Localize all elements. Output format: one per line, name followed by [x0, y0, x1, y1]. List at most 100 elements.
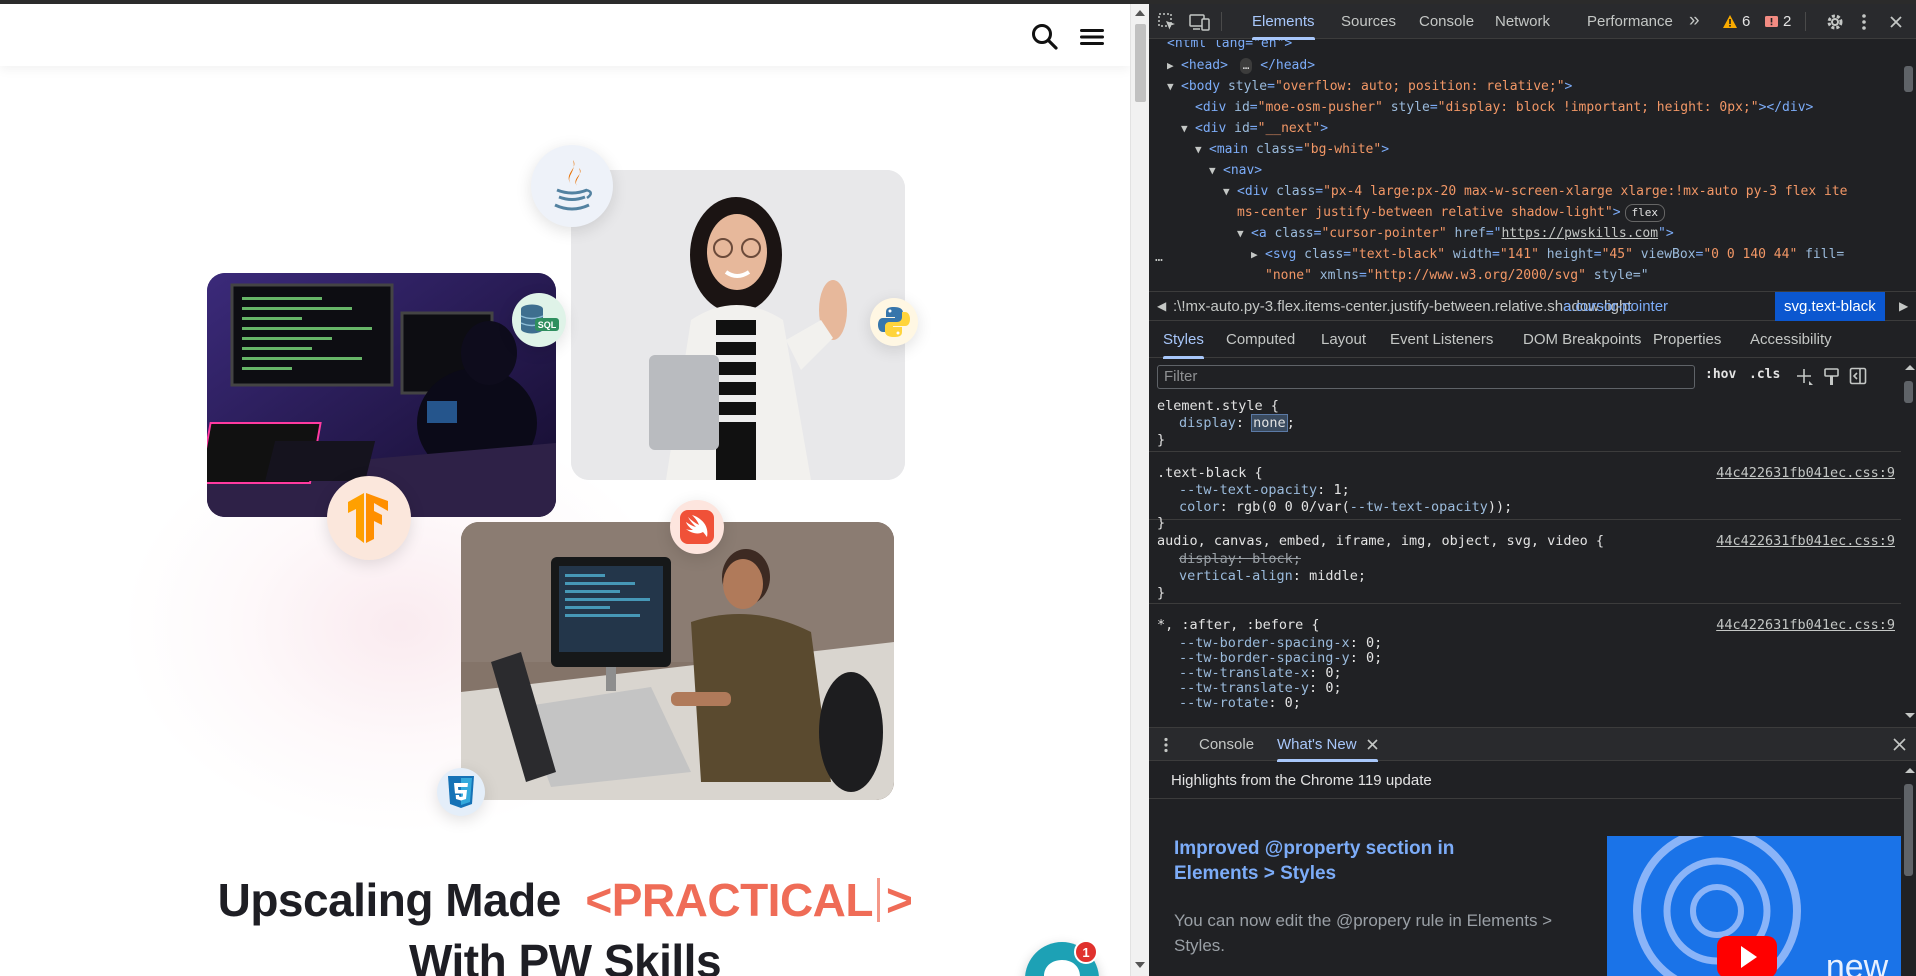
- subtab-properties[interactable]: Properties: [1653, 322, 1721, 358]
- rule-selector: audio, canvas, embed, iframe, img, objec…: [1157, 533, 1605, 549]
- subtab-layout[interactable]: Layout: [1321, 322, 1366, 358]
- style-declaration[interactable]: --tw-rotate: 0;: [1179, 694, 1301, 712]
- drawer-tab-whats-new[interactable]: What's New: [1277, 728, 1378, 762]
- breadcrumb-scroll-right-icon[interactable]: ▶: [1899, 292, 1908, 321]
- hamburger-menu-icon[interactable]: [1077, 22, 1107, 52]
- dom-node-nav[interactable]: ▼ <nav>: [1209, 160, 1901, 181]
- java-logo-icon: [531, 145, 613, 227]
- feature-video-thumbnail[interactable]: new: [1607, 836, 1901, 976]
- subtab-accessibility[interactable]: Accessibility: [1750, 322, 1832, 358]
- dom-tree[interactable]: <html lang="en"> ▶ <head> … </head> ▼ <bod…: [1149, 40, 1901, 290]
- collapsed-ellipsis-icon[interactable]: …: [1239, 58, 1253, 74]
- site-navbar: [0, 4, 1130, 66]
- drawer-scrollbar-thumb[interactable]: [1904, 784, 1913, 876]
- scroll-up-arrow-icon[interactable]: [1905, 768, 1915, 773]
- tab-sources[interactable]: Sources: [1341, 4, 1396, 39]
- settings-gear-icon[interactable]: [1825, 4, 1845, 39]
- styles-scrollbar[interactable]: [1901, 359, 1916, 726]
- drawer-scrollbar[interactable]: [1901, 762, 1916, 976]
- breadcrumb-scroll-left-icon[interactable]: ◀: [1157, 292, 1166, 321]
- page-scrollbar-thumb[interactable]: [1135, 24, 1146, 102]
- close-drawer-icon[interactable]: [1893, 738, 1906, 751]
- headline-prefix: Upscaling Made: [217, 874, 562, 926]
- overridden-declaration[interactable]: display: block;: [1179, 550, 1301, 568]
- dom-node-html[interactable]: <html lang="en">: [1167, 40, 1901, 54]
- dom-node-main[interactable]: ▼ <main class="bg-white">: [1195, 139, 1901, 160]
- dom-node-head[interactable]: ▶ <head> … </head>: [1167, 55, 1901, 76]
- tab-elements[interactable]: Elements: [1252, 4, 1315, 40]
- rule-close-brace: }: [1157, 432, 1166, 448]
- tab-console[interactable]: Console: [1419, 4, 1474, 39]
- more-tabs-chevron-icon[interactable]: »: [1689, 3, 1700, 38]
- subtab-computed[interactable]: Computed: [1226, 322, 1295, 358]
- style-value-editing[interactable]: none: [1251, 414, 1288, 432]
- dom-node-anchor[interactable]: ▼ <a class="cursor-pointer" href="https:/…: [1237, 223, 1901, 244]
- selected-node-ellipsis[interactable]: …: [1155, 250, 1164, 265]
- subtab-dom-breakpoints[interactable]: DOM Breakpoints: [1523, 322, 1641, 358]
- search-icon[interactable]: [1030, 22, 1060, 52]
- subtab-styles[interactable]: Styles: [1163, 322, 1204, 359]
- dom-node-nav-div-cont[interactable]: ms-center justify-between relative shado…: [1237, 202, 1901, 223]
- scroll-down-arrow-icon[interactable]: [1135, 962, 1145, 968]
- devtools-drawer-tabs: Console What's New: [1149, 727, 1916, 762]
- rule-universal[interactable]: *, :after, :before { 44c422631fb041ec.cs…: [1149, 604, 1901, 726]
- dom-node-svg[interactable]: ▶ <svg class="text-black" width="141" hei…: [1251, 244, 1901, 265]
- styles-filter-input[interactable]: Filter: [1157, 365, 1695, 389]
- rule-media-elements[interactable]: audio, canvas, embed, iframe, img, objec…: [1149, 520, 1901, 604]
- close-tab-icon[interactable]: [1366, 739, 1378, 750]
- style-declaration[interactable]: display: none;: [1179, 414, 1295, 432]
- headline-highlight-word: <PRACTICAL: [585, 874, 873, 926]
- stylesheet-source-link[interactable]: 44c422631fb041ec.css:9: [1716, 464, 1895, 482]
- dom-node-body[interactable]: ▼ <body style="overflow: auto; position: …: [1167, 76, 1901, 97]
- breadcrumb-item-anchor[interactable]: a.cursor-pointer: [1563, 292, 1668, 321]
- dom-node-next[interactable]: ▼ <div id="__next">: [1181, 118, 1901, 139]
- subtab-event-listeners[interactable]: Event Listeners: [1390, 322, 1493, 358]
- style-declaration[interactable]: --tw-text-opacity: 1;: [1179, 481, 1350, 499]
- toggle-sidebar-icon[interactable]: [1849, 367, 1867, 385]
- dom-tree-scrollbar[interactable]: [1901, 40, 1916, 290]
- tab-network[interactable]: Network: [1495, 4, 1550, 39]
- dom-node-svg-cont[interactable]: "none" xmlns="http://www.w3.org/2000/svg…: [1265, 265, 1901, 286]
- rule-selector: element.style {: [1157, 398, 1279, 414]
- rule-element-style[interactable]: element.style { display: none; }: [1149, 393, 1901, 452]
- sql-label: SQL: [538, 320, 557, 330]
- rule-text-black[interactable]: .text-black { 44c422631fb041ec.css:9 --t…: [1149, 452, 1901, 531]
- format-paint-brush-icon[interactable]: [1823, 367, 1841, 387]
- warning-icon: [1723, 15, 1737, 28]
- customize-menu-kebab-icon[interactable]: [1861, 4, 1867, 39]
- python-logo-icon: [870, 298, 918, 346]
- dom-tree-scrollbar-thumb[interactable]: [1904, 66, 1913, 92]
- style-declaration[interactable]: color: rgb(0 0 0/var(--tw-text-opacity))…: [1179, 498, 1512, 516]
- styles-scrollbar-thumb[interactable]: [1904, 381, 1913, 403]
- href-link[interactable]: https://pwskills.com: [1501, 226, 1658, 241]
- scroll-up-arrow-icon[interactable]: [1905, 365, 1915, 370]
- drawer-tab-console[interactable]: Console: [1199, 728, 1254, 761]
- dom-node-nav-div[interactable]: ▼ <div class="px-4 large:px-20 max-w-scre…: [1223, 181, 1901, 202]
- scroll-up-arrow-icon[interactable]: [1135, 10, 1145, 16]
- feature-title-link[interactable]: Improved @property section in Elements >…: [1174, 836, 1504, 886]
- inspect-element-icon[interactable]: [1157, 4, 1177, 39]
- whats-new-panel: Highlights from the Chrome 119 update Im…: [1149, 762, 1901, 976]
- drawer-menu-kebab-icon[interactable]: [1163, 737, 1169, 753]
- flex-badge[interactable]: flex: [1624, 204, 1666, 222]
- styles-pane[interactable]: element.style { display: none; } .text-b…: [1149, 393, 1901, 726]
- style-declaration[interactable]: vertical-align: middle;: [1179, 567, 1366, 585]
- tab-performance[interactable]: Performance: [1587, 4, 1673, 39]
- hover-state-toggle[interactable]: :hov: [1705, 367, 1736, 382]
- errors-counter[interactable]: 2: [1764, 4, 1791, 39]
- page-scrollbar[interactable]: [1130, 4, 1149, 976]
- feature-description: You can now edit the @propery rule in El…: [1174, 911, 1553, 955]
- close-devtools-icon[interactable]: [1889, 4, 1903, 39]
- warnings-counter[interactable]: 6: [1722, 4, 1750, 39]
- webpage-viewport: SQL Upscaling Made <PRACTICAL > With PW …: [0, 4, 1130, 976]
- device-toolbar-icon[interactable]: [1189, 4, 1211, 39]
- breadcrumb-item-svg[interactable]: svg.text-black: [1775, 292, 1885, 321]
- hero-headline-line2: With PW Skills: [408, 935, 722, 976]
- scroll-down-arrow-icon[interactable]: [1905, 713, 1915, 718]
- class-toggle[interactable]: .cls: [1749, 367, 1780, 382]
- dom-node-moe-osm-pusher[interactable]: <div id="moe-osm-pusher" style="display:…: [1195, 97, 1901, 118]
- stylesheet-source-link[interactable]: 44c422631fb041ec.css:9: [1716, 532, 1895, 550]
- new-style-rule-plus-icon[interactable]: [1795, 367, 1815, 387]
- hero-photo-woman: [571, 170, 905, 480]
- stylesheet-source-link[interactable]: 44c422631fb041ec.css:9: [1716, 616, 1895, 634]
